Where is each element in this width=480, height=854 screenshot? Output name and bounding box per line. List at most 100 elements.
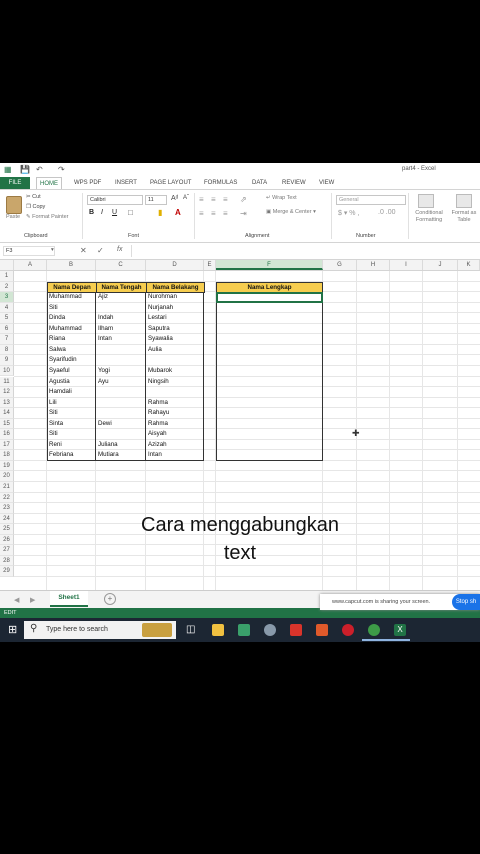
task-view-icon[interactable]: ◫	[186, 624, 195, 636]
row-header-11[interactable]: 11	[0, 376, 14, 388]
table-cell[interactable]: Yogi	[96, 366, 146, 377]
indent-icon[interactable]: ⇥	[240, 209, 247, 218]
row-header-17[interactable]: 17	[0, 439, 14, 451]
table-cell[interactable]: Ilham	[96, 324, 146, 335]
table-cell[interactable]: Nurohman	[146, 292, 204, 303]
underline-button[interactable]: U	[112, 209, 117, 216]
table-cell[interactable]: Indah	[96, 313, 146, 324]
redo-icon[interactable]: ↷	[58, 165, 65, 174]
table-cell[interactable]: Dinda	[47, 313, 96, 324]
name-box-dropdown-icon[interactable]: ▾	[51, 247, 54, 253]
italic-button[interactable]: I	[101, 209, 103, 216]
tab-wps-pdf[interactable]: WPS PDF	[74, 178, 101, 188]
name-box[interactable]: F3	[3, 246, 55, 256]
table-cell[interactable]: Mubarok	[146, 366, 204, 377]
font-color-icon[interactable]: A	[175, 208, 181, 217]
row-header-14[interactable]: 14	[0, 408, 14, 419]
wps-icon[interactable]	[290, 624, 302, 636]
save-icon[interactable]: 💾	[20, 165, 30, 174]
table-cell[interactable]: Rahma	[146, 398, 204, 409]
currency-icon[interactable]: $ ▾ % ,	[338, 209, 359, 217]
insert-function-button[interactable]: fx	[117, 246, 122, 253]
table-cell[interactable]: Nurjanah	[146, 303, 204, 314]
table-cell[interactable]: Mutiara	[96, 450, 146, 461]
column-header-c[interactable]: C	[96, 260, 146, 270]
wps-office-icon[interactable]	[316, 624, 328, 636]
column-header-b[interactable]: B	[47, 260, 96, 270]
excel-taskbar-icon[interactable]: X	[394, 624, 406, 636]
table-cell[interactable]: Dewi	[96, 419, 146, 430]
wrap-text-button[interactable]: ↵ Wrap Text	[266, 195, 297, 201]
row-header-12[interactable]: 12	[0, 387, 14, 398]
row-header-20[interactable]: 20	[0, 471, 14, 482]
table-cell[interactable]: Ajiz	[96, 292, 146, 303]
tab-page-layout[interactable]: PAGE LAYOUT	[150, 178, 191, 188]
decimal-icon[interactable]: .0 .00	[378, 209, 396, 216]
tab-formulas[interactable]: FORMULAS	[204, 178, 237, 188]
row-header-19[interactable]: 19	[0, 460, 14, 472]
column-header-h[interactable]: H	[357, 260, 390, 270]
align-right-icon[interactable]: ≡	[223, 209, 228, 218]
column-header-k[interactable]: K	[458, 260, 480, 270]
table-cell[interactable]: Muhammad	[47, 324, 96, 335]
bold-button[interactable]: B	[89, 209, 94, 216]
prev-sheet-icon[interactable]: ◀	[14, 596, 19, 604]
column-header-j[interactable]: J	[423, 260, 458, 270]
orientation-icon[interactable]: ⇗	[240, 195, 247, 204]
table-cell[interactable]: Azizah	[146, 440, 204, 451]
number-format-field[interactable]: General	[336, 195, 406, 205]
format-painter-button[interactable]: ✎ Format Painter	[26, 214, 69, 220]
paste-button[interactable]: Paste	[6, 214, 20, 220]
row-header-1[interactable]: 1	[0, 271, 14, 282]
row-header-10[interactable]: 10	[0, 365, 14, 377]
table-cell[interactable]: Intan	[146, 450, 204, 461]
paste-icon[interactable]	[6, 196, 22, 214]
windows-start-icon[interactable]: ⊞	[8, 624, 17, 636]
table-cell[interactable]: Syarifudin	[47, 355, 96, 366]
align-center-icon[interactable]: ≡	[211, 209, 216, 218]
table-cell[interactable]: Lili	[47, 398, 96, 409]
row-header-13[interactable]: 13	[0, 397, 14, 409]
tab-review[interactable]: REVIEW	[282, 178, 306, 188]
formula-input[interactable]	[131, 245, 480, 257]
table-cell[interactable]	[96, 303, 146, 314]
table-cell[interactable]: Salwa	[47, 345, 96, 356]
row-header-5[interactable]: 5	[0, 313, 14, 324]
copy-button[interactable]: ❐ Copy	[26, 204, 45, 210]
table-cell[interactable]: Siti	[47, 408, 96, 419]
table-cell[interactable]	[96, 355, 146, 366]
table-cell[interactable]: Febriana	[47, 450, 96, 461]
format-as-table-button[interactable]: Format as Table	[449, 210, 479, 224]
table-cell[interactable]: Aisyah	[146, 429, 204, 440]
chrome-icon[interactable]	[368, 624, 380, 636]
row-header-8[interactable]: 8	[0, 344, 14, 356]
row-header-15[interactable]: 15	[0, 418, 14, 430]
column-header-e[interactable]: E	[204, 260, 216, 270]
select-all-corner[interactable]	[0, 260, 14, 270]
table-cell[interactable]: Agustia	[47, 377, 96, 388]
grow-font-icon[interactable]: Aᵈ	[171, 195, 178, 202]
table-cell[interactable]	[146, 387, 204, 398]
borders-icon[interactable]: □	[128, 208, 133, 217]
tab-data[interactable]: DATA	[252, 178, 267, 188]
table-cell[interactable]: Lestari	[146, 313, 204, 324]
active-cell-f3[interactable]	[216, 292, 323, 303]
row-header-22[interactable]: 22	[0, 492, 14, 504]
sheet-tab-sheet1[interactable]: Sheet1	[50, 591, 88, 607]
align-middle-icon[interactable]: ≡	[211, 195, 216, 204]
next-sheet-icon[interactable]: ▶	[30, 596, 35, 604]
row-header-4[interactable]: 4	[0, 302, 14, 314]
row-header-18[interactable]: 18	[0, 450, 14, 461]
table-cell[interactable]: Sinta	[47, 419, 96, 430]
file-explorer-icon[interactable]	[212, 624, 224, 636]
fill-color-icon[interactable]: ▮	[158, 208, 162, 217]
align-top-icon[interactable]: ≡	[199, 195, 204, 204]
table-cell[interactable]: Rahayu	[146, 408, 204, 419]
column-header-g[interactable]: G	[323, 260, 357, 270]
table-cell[interactable]: Siti	[47, 429, 96, 440]
table-cell[interactable]: Juliana	[96, 440, 146, 451]
shrink-font-icon[interactable]: Aˇ	[183, 195, 189, 201]
table-cell[interactable]: Aulia	[146, 345, 204, 356]
row-header-21[interactable]: 21	[0, 482, 14, 493]
table-cell[interactable]: Intan	[96, 334, 146, 345]
